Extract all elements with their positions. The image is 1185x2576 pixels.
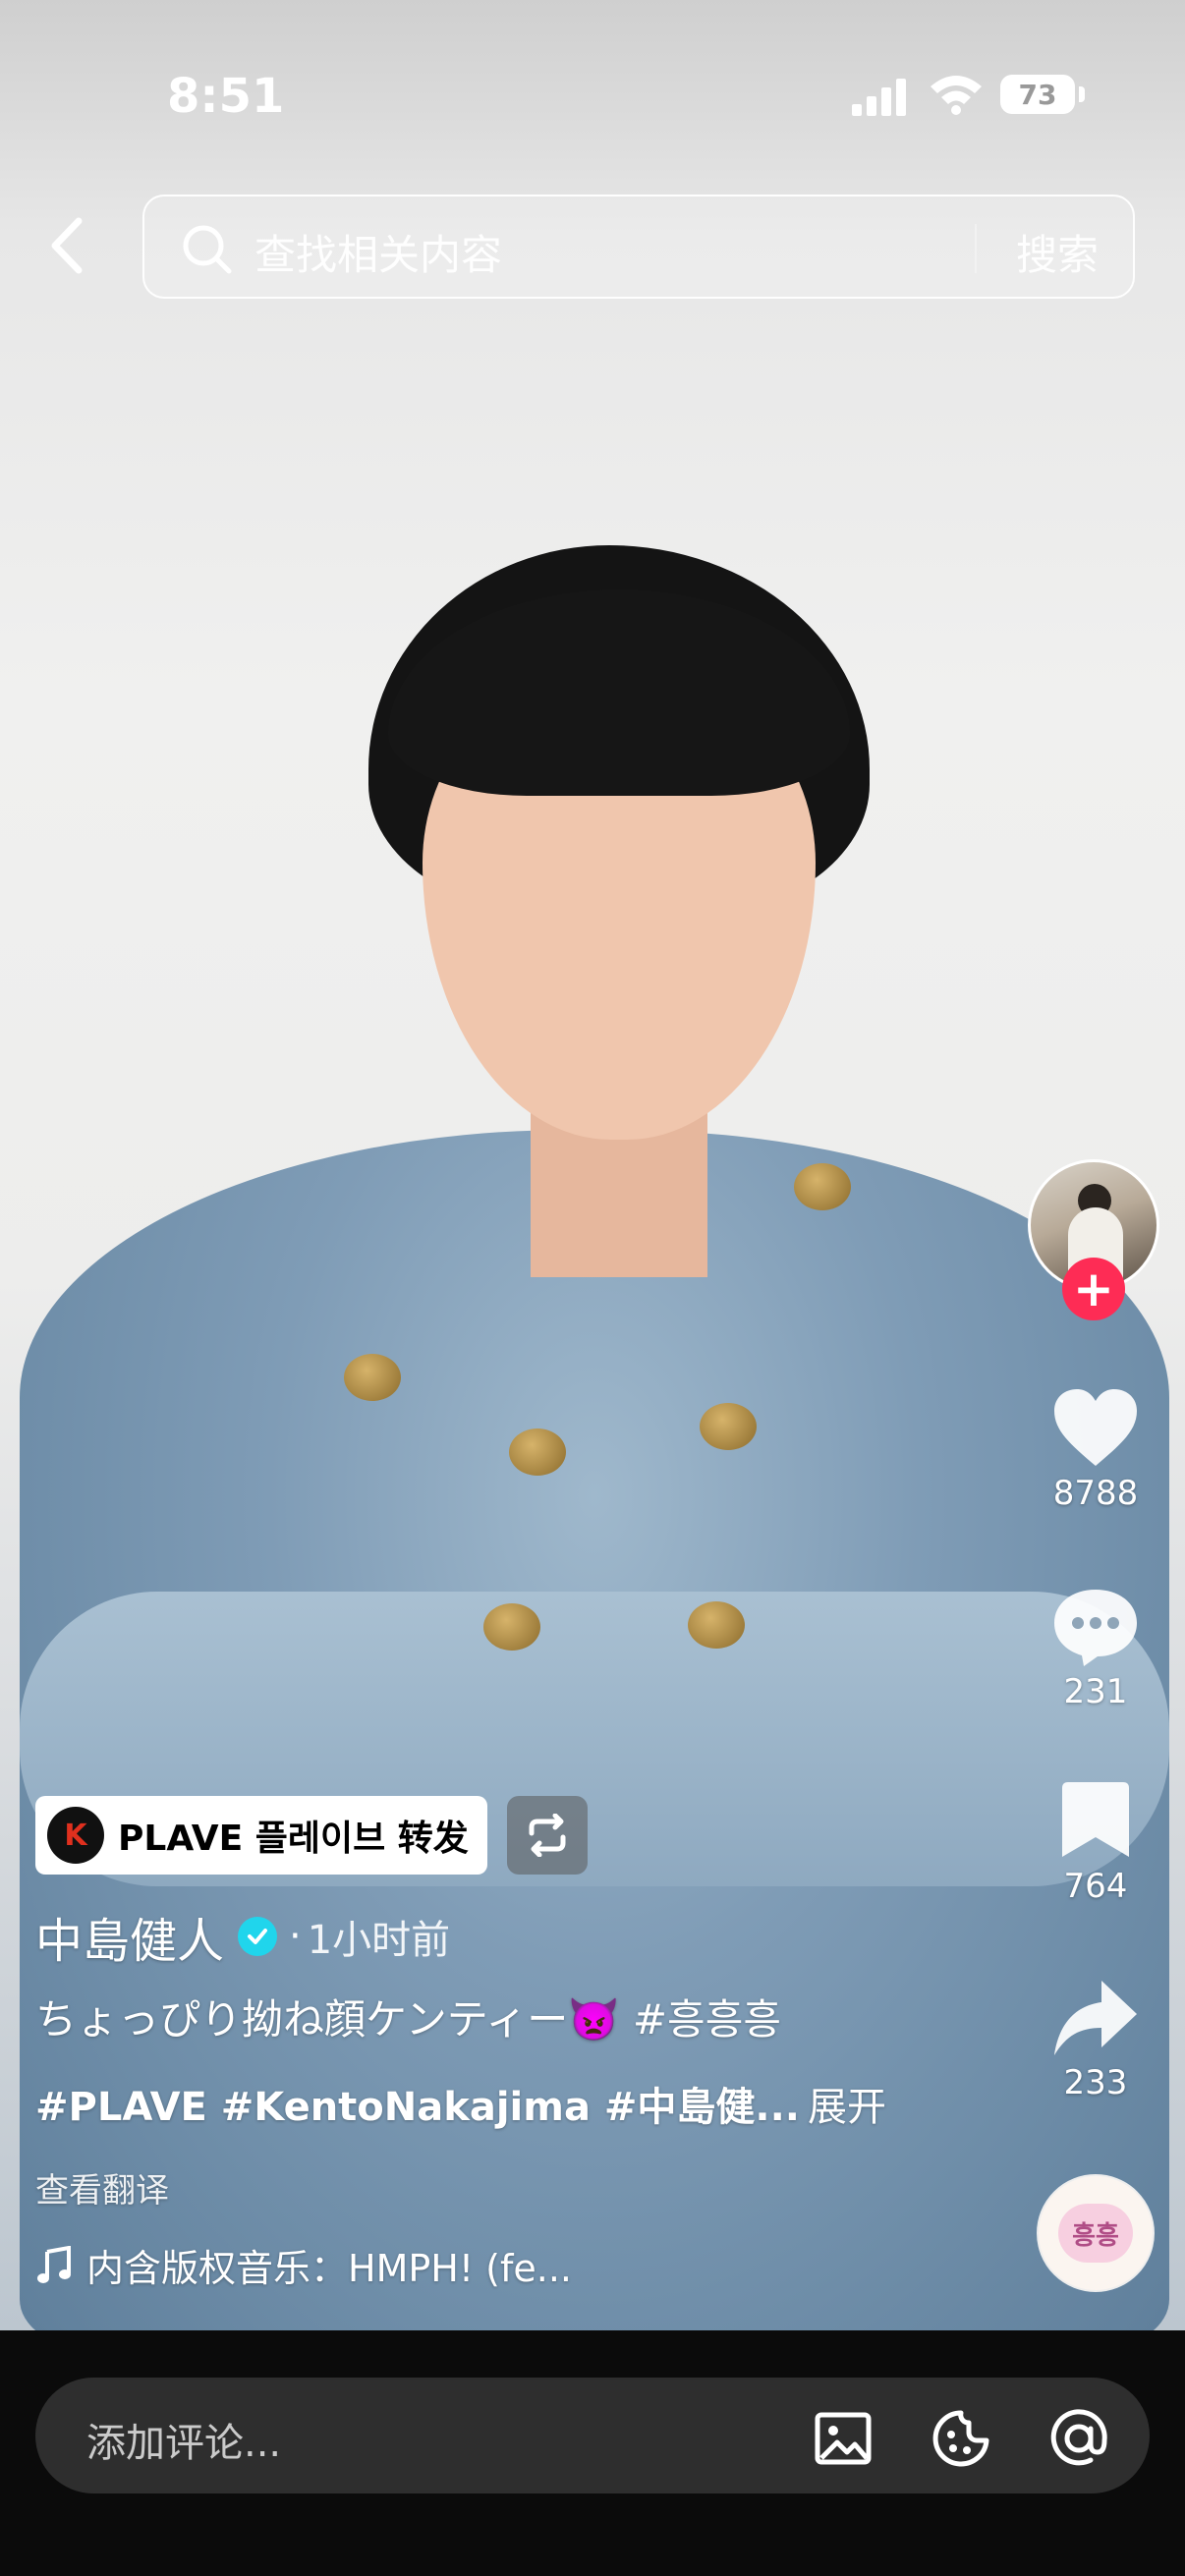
share-count: 233 <box>1063 2063 1128 2102</box>
repost-icon <box>529 1814 566 1857</box>
author-name[interactable]: 中島健人 <box>35 1902 224 1971</box>
music-disc-art: 흥흥 <box>1058 2204 1133 2263</box>
author-separator: · <box>289 1914 302 1959</box>
bottom-comment-bar: 添加评论... <box>0 2330 1185 2576</box>
image-icon[interactable] <box>812 2407 875 2470</box>
emoji-icon[interactable] <box>930 2407 992 2470</box>
wifi-icon <box>931 76 982 115</box>
post-time: 1小时前 <box>307 1918 451 1963</box>
jacket-button <box>483 1603 540 1651</box>
cellular-signal-icon <box>852 79 906 116</box>
comment-placeholder: 添加评论... <box>86 2421 282 2466</box>
jacket-button <box>688 1601 745 1649</box>
search-divider <box>975 224 977 273</box>
translate-link[interactable]: 查看翻译 <box>35 2163 169 2212</box>
comment-count: 231 <box>1063 1672 1128 1711</box>
repost-chip[interactable]: K PLAVE 플레이브 转发 <box>35 1796 487 1875</box>
jacket-button <box>509 1428 566 1476</box>
follow-button[interactable]: + <box>1062 1258 1125 1320</box>
caption-line-2: #PLAVE #KentoNakajima #中島健... 展开 <box>35 2075 886 2132</box>
battery-tip <box>1079 86 1085 102</box>
battery-indicator: 73 <box>1000 75 1075 114</box>
jacket-button <box>700 1403 757 1450</box>
comment-button[interactable]: 231 <box>1042 1584 1150 1711</box>
search-placeholder: 查找相关内容 <box>254 231 503 279</box>
music-title: 内含版权音乐：HMPH! (fe... <box>86 2247 572 2290</box>
favorite-count: 764 <box>1063 1867 1128 1906</box>
repost-account-logo: K <box>47 1807 104 1864</box>
music-info[interactable]: 内含版权音乐：HMPH! (fe... <box>35 2238 572 2292</box>
search-input[interactable]: 查找相关内容 搜索 <box>142 195 1135 299</box>
like-button[interactable]: 8788 <box>1042 1385 1150 1513</box>
jacket-button <box>794 1163 851 1210</box>
heart-icon <box>1054 1389 1137 1466</box>
bookmark-icon <box>1062 1782 1129 1857</box>
share-icon <box>1054 1981 1137 2055</box>
favorite-button[interactable]: 764 <box>1042 1778 1150 1906</box>
search-icon <box>183 225 232 274</box>
status-time: 8:51 <box>167 69 285 124</box>
repost-label: PLAVE 플레이브 转发 <box>118 1819 469 1859</box>
author-line: 中島健人 · 1小时前 <box>35 1902 450 1971</box>
caption-line-1: ちょっぴり拗ね顔ケンティー👿 #흥흥흥 <box>35 1995 781 2044</box>
like-count: 8788 <box>1052 1474 1139 1513</box>
mention-icon[interactable] <box>1047 2407 1110 2470</box>
status-bar: 8:51 73 <box>0 0 1185 177</box>
back-icon[interactable] <box>39 211 93 280</box>
repost-button[interactable] <box>507 1796 588 1875</box>
expand-link[interactable]: 展开 <box>808 2085 886 2130</box>
comment-input[interactable]: 添加评论... <box>35 2378 1150 2493</box>
jacket-button <box>344 1354 401 1401</box>
music-note-icon <box>37 2245 71 2283</box>
search-button[interactable]: 搜索 <box>1016 222 1099 282</box>
comment-icon <box>1054 1590 1137 1666</box>
video-player[interactable] <box>0 0 1185 2330</box>
caption-hashtags[interactable]: #PLAVE #KentoNakajima #中島健... <box>35 2085 800 2130</box>
share-button[interactable]: 233 <box>1042 1975 1150 2102</box>
verified-badge-icon <box>238 1917 278 1956</box>
music-disc[interactable]: 흥흥 <box>1037 2174 1155 2292</box>
